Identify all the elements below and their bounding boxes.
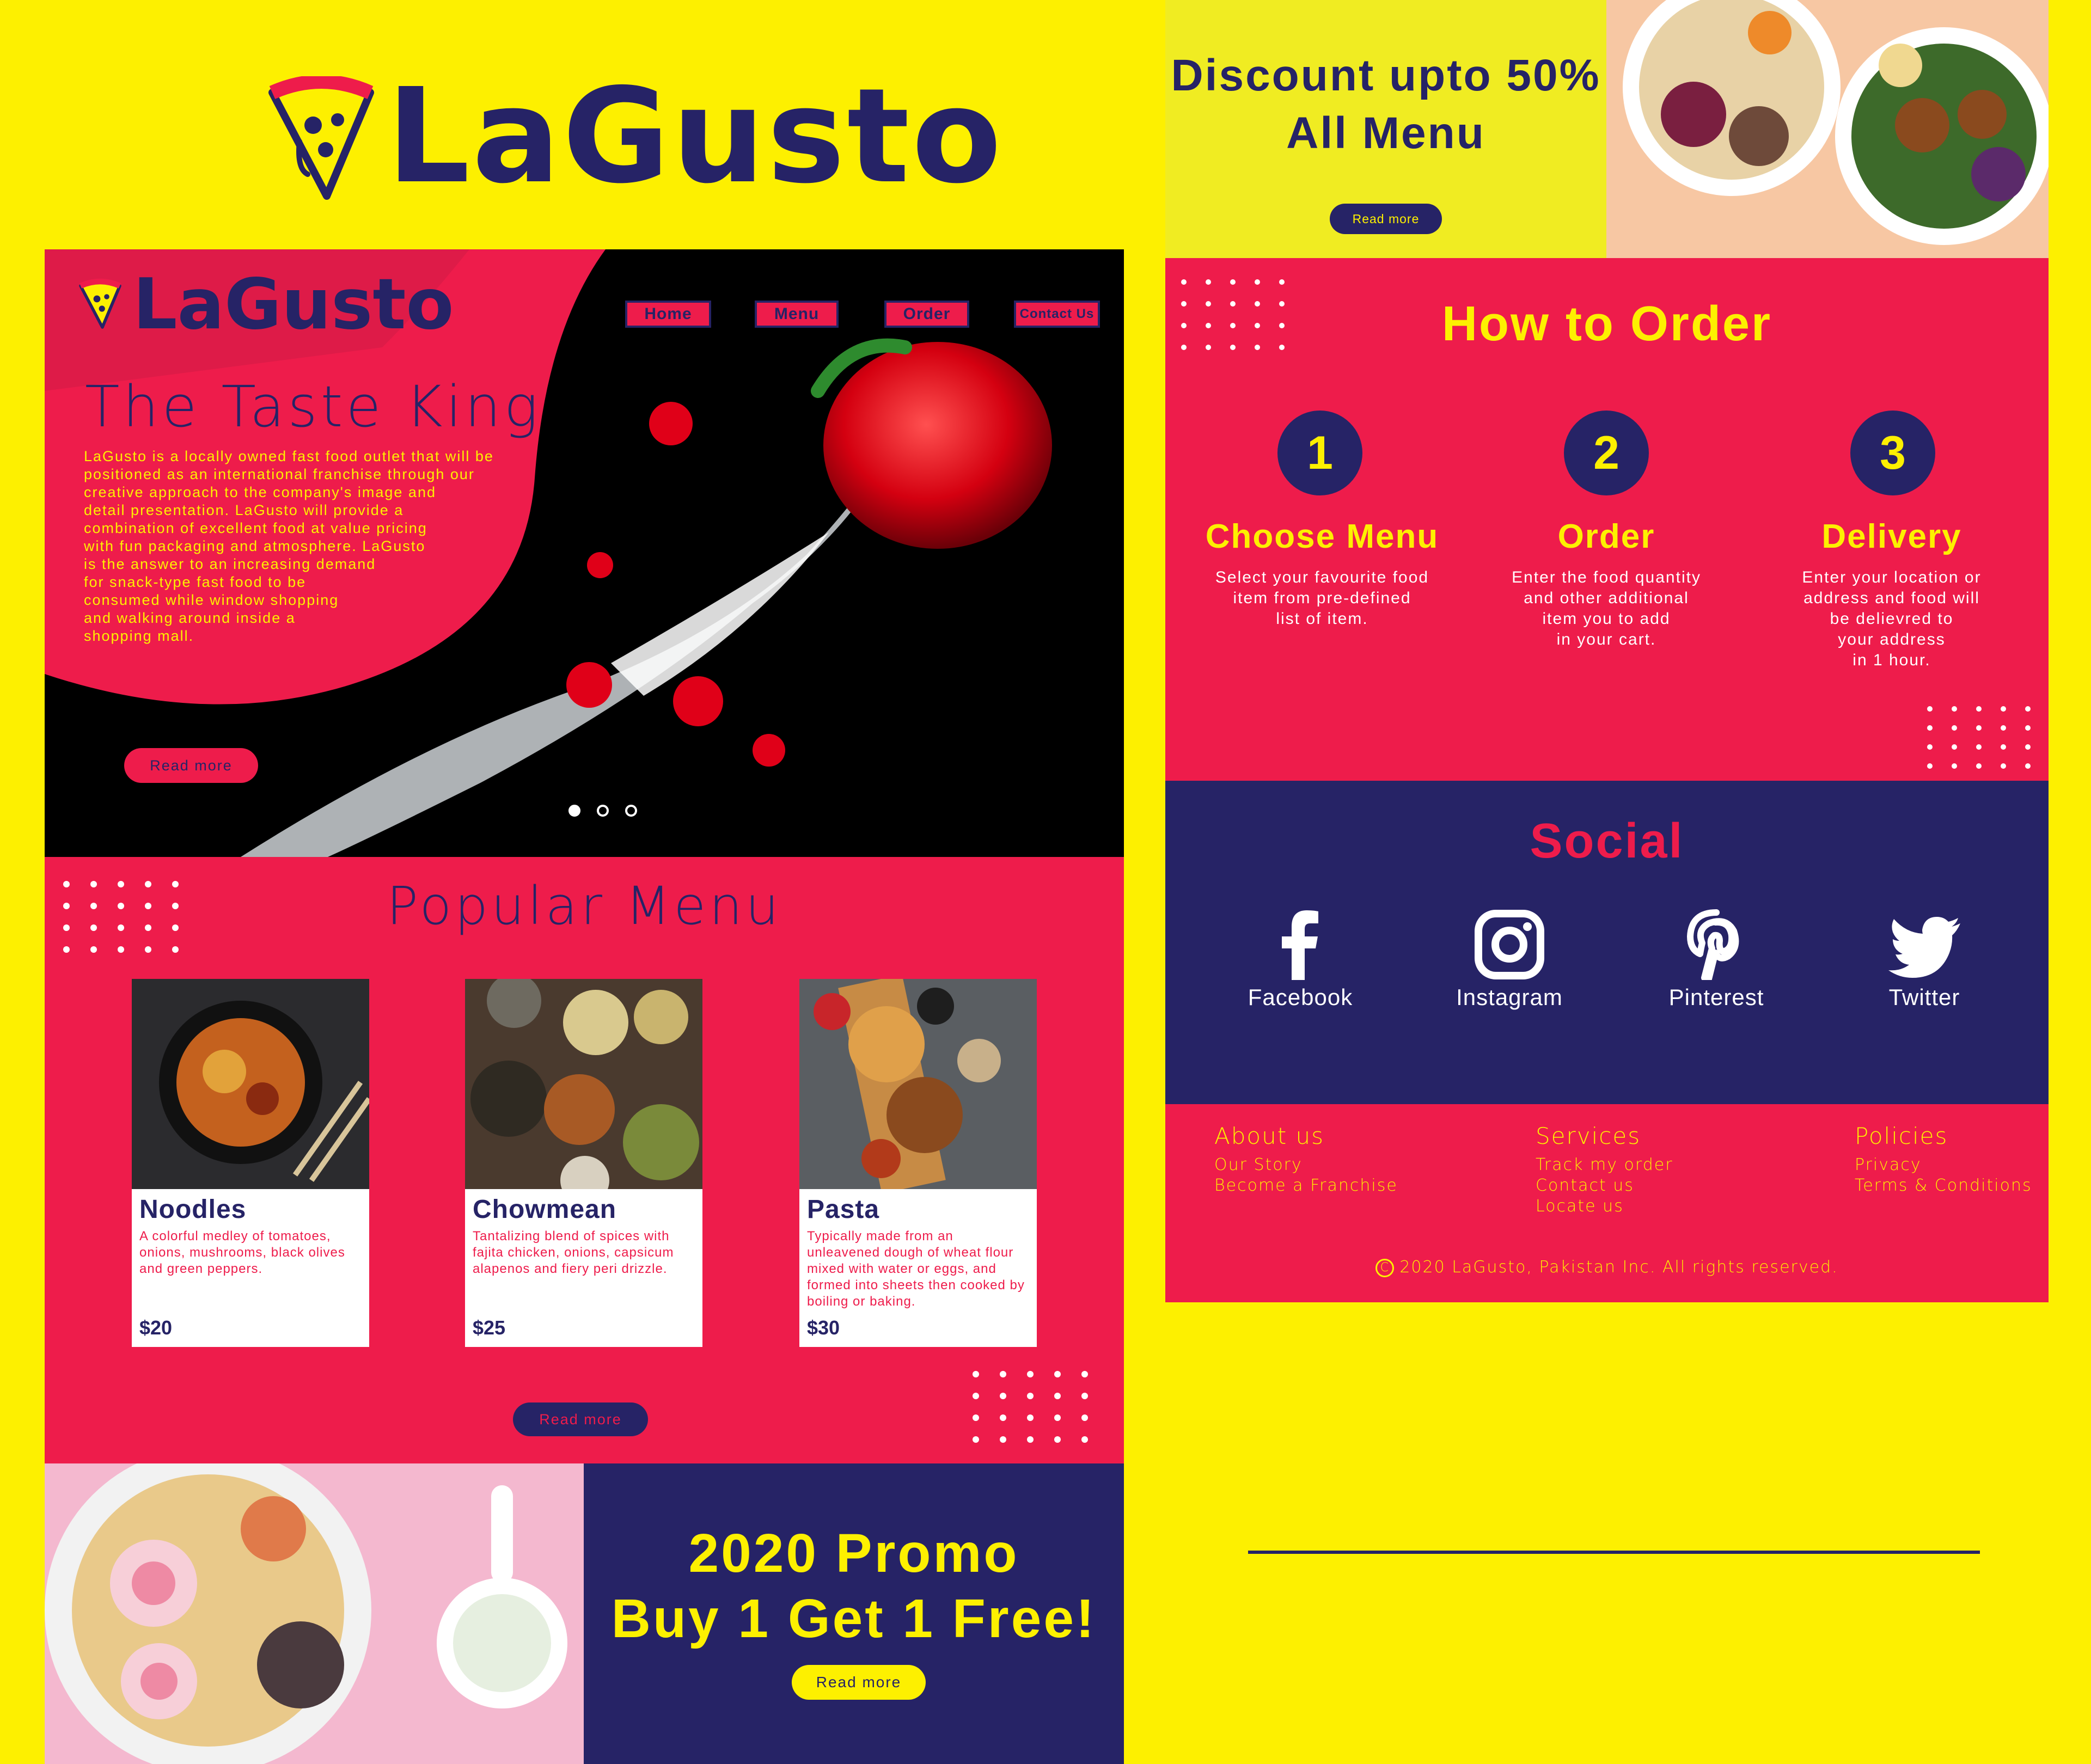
menu-item-price: $30 — [807, 1316, 840, 1339]
social-title: Social — [1530, 814, 1684, 868]
discount-read-more-button[interactable]: Read more — [1330, 204, 1442, 234]
brand-logo-text[interactable]: LaGusto — [387, 71, 1004, 201]
hero-text-line: for snack-type fast food to be — [84, 574, 307, 590]
divider-line — [1248, 1551, 1980, 1554]
social-twitter[interactable]: Twitter — [1843, 915, 2006, 1010]
slide-dot-active[interactable] — [568, 805, 580, 817]
hero-text-line: and walking around inside a — [84, 610, 296, 626]
social-section: Social Facebook Instagram Pinterest Twit… — [1165, 781, 2049, 1104]
footer-link[interactable]: Contact us — [1536, 1176, 1634, 1195]
social-pinterest[interactable]: Pinterest — [1635, 909, 1798, 1010]
hero-text-line: positioned as an international franchise… — [84, 466, 475, 482]
social-label: Instagram — [1456, 984, 1563, 1010]
step-number: 2 — [1564, 411, 1649, 495]
hero-title: The Taste King — [85, 373, 541, 440]
menu-item-desc: Typically made from an unleavened dough … — [807, 1229, 1025, 1309]
footer-heading: Policies — [1855, 1123, 1948, 1149]
nav-contact-us[interactable]: Contact Us — [1014, 301, 1100, 328]
footer-link[interactable]: Locate us — [1536, 1197, 1624, 1216]
hero-text-line: creative approach to the company's image… — [84, 484, 436, 500]
pizza-logo-icon — [268, 76, 374, 200]
pinterest-icon — [1687, 909, 1739, 980]
menu-item-desc: A colorful medley of tomatoes, onions, m… — [139, 1229, 345, 1276]
bowls-photo — [1606, 0, 2049, 258]
copyright-text: C 2020 LaGusto, Pakistan Inc. All rights … — [1165, 1258, 2049, 1277]
facebook-icon — [1282, 910, 1318, 980]
step-number: 3 — [1850, 411, 1935, 495]
step-number: 1 — [1277, 411, 1362, 495]
footer-heading: About us — [1214, 1123, 1325, 1149]
hero-text-line: consumed while window shopping — [84, 592, 339, 608]
step-description: Enter the food quantity and other additio… — [1512, 568, 1701, 648]
instagram-icon — [1475, 910, 1544, 979]
menu-item-price: $25 — [473, 1316, 506, 1339]
menu-item-name: Noodles — [139, 1195, 247, 1224]
hero-section: LaGusto Home Menu Order Contact Us The T… — [45, 249, 1124, 857]
step-title: Choose Menu — [1205, 518, 1439, 555]
social-label: Pinterest — [1668, 984, 1764, 1010]
footer-heading: Services — [1536, 1123, 1641, 1149]
menu-card-chowmean[interactable]: Chowmean Tantalizing blend of spices wit… — [465, 979, 702, 1347]
discount-banner: Discount upto 50% All Menu Read more — [1165, 0, 1606, 258]
how-to-order-title: How to Order — [1441, 297, 1772, 351]
footer-link[interactable]: Terms & Conditions — [1855, 1176, 2032, 1195]
slide-dot[interactable] — [597, 805, 609, 817]
hero-logo-text: LaGusto — [133, 264, 454, 345]
discount-subtitle: All Menu — [1286, 108, 1485, 158]
hero-read-more-button[interactable]: Read more — [124, 748, 258, 783]
hero-text-line: shopping mall. — [84, 628, 194, 644]
social-facebook[interactable]: Facebook — [1219, 909, 1382, 1010]
menu-item-name: Pasta — [807, 1195, 880, 1224]
hero-text-line: combination of excellent food at value p… — [84, 520, 427, 536]
pizza-logo-icon — [79, 278, 121, 329]
promo-title: 2020 Promo — [688, 1523, 1019, 1584]
noodles-photo — [132, 979, 369, 1189]
hero-text-line: detail presentation. LaGusto will provid… — [84, 502, 404, 518]
menu-card-pasta[interactable]: Pasta Typically made from an unleavened … — [799, 979, 1037, 1347]
step-description: Enter your location or address and food w… — [1802, 568, 1982, 669]
copyright-icon: C — [1375, 1258, 1395, 1277]
nav-order[interactable]: Order — [884, 301, 969, 328]
popular-read-more-button[interactable]: Read more — [513, 1402, 648, 1436]
dot-pattern — [973, 1371, 1088, 1443]
discount-title: Discount upto 50% — [1171, 51, 1601, 100]
social-label: Facebook — [1248, 984, 1353, 1010]
hero-text-line: LaGusto is a locally owned fast food out… — [84, 448, 494, 464]
chowmean-photo — [465, 979, 702, 1189]
step-title: Order — [1557, 518, 1655, 555]
how-to-order-section: How to Order 1 Choose Menu Select your f… — [1165, 258, 2049, 781]
brand-header: LaGusto — [267, 71, 1001, 201]
social-instagram[interactable]: Instagram — [1428, 909, 1591, 1010]
promo-read-more-button[interactable]: Read more — [792, 1665, 926, 1700]
menu-item-name: Chowmean — [473, 1195, 617, 1224]
pasta-photo — [799, 979, 1037, 1189]
step-description: Select your favourite food item from pre-… — [1215, 568, 1429, 628]
promo-subtitle: Buy 1 Get 1 Free! — [611, 1588, 1097, 1649]
menu-item-desc: Tantalizing blend of spices with fajita … — [473, 1229, 674, 1276]
hero-text-line: with fun packaging and atmosphere. LaGus… — [84, 538, 426, 554]
footer-link[interactable]: Become a Franchise — [1214, 1176, 1398, 1195]
nav-menu[interactable]: Menu — [755, 301, 839, 328]
footer: About us Our Story Become a Franchise Se… — [1165, 1104, 2049, 1302]
menu-item-price: $20 — [139, 1316, 173, 1339]
footer-link[interactable]: Privacy — [1855, 1155, 1922, 1174]
dot-pattern — [1927, 706, 2031, 769]
step-title: Delivery — [1821, 518, 1962, 555]
slide-dot[interactable] — [625, 805, 637, 817]
nav-home[interactable]: Home — [625, 301, 711, 328]
social-label: Twitter — [1888, 984, 1960, 1010]
menu-card-noodles[interactable]: Noodles A colorful medley of tomatoes, o… — [132, 979, 369, 1347]
popular-menu-section: Popular Menu Noodles A colorful medley o… — [45, 857, 1124, 1463]
footer-link[interactable]: Track my order — [1536, 1155, 1673, 1174]
popular-menu-title: Popular Menu — [386, 875, 782, 936]
promo-section: 2020 Promo Buy 1 Get 1 Free! Read more — [584, 1463, 1124, 1764]
footer-link[interactable]: Our Story — [1214, 1155, 1303, 1174]
ramen-photo — [45, 1463, 584, 1764]
twitter-icon — [1888, 917, 1960, 978]
hero-text-line: is the answer to an increasing demand — [84, 556, 376, 572]
